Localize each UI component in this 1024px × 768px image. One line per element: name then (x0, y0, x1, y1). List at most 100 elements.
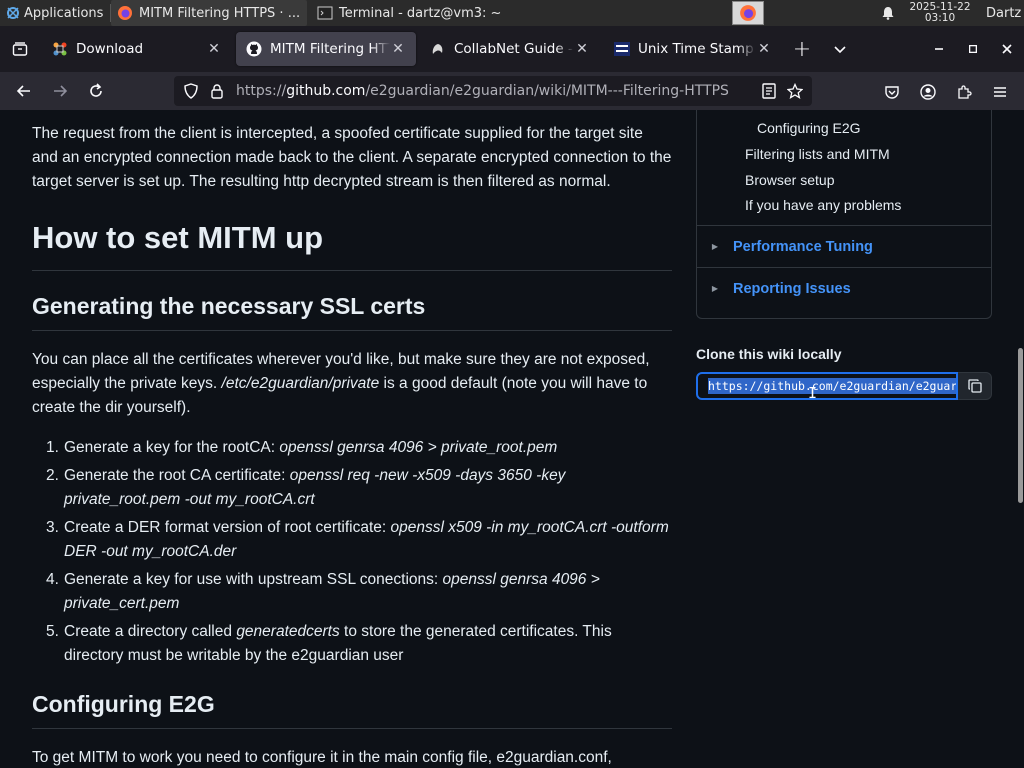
list-item: 5. Create a directory called generatedcer… (46, 620, 672, 668)
step-number: 4. (46, 571, 59, 588)
step-command: generatedcerts (236, 623, 340, 640)
account-button[interactable] (910, 76, 946, 108)
tab-download-title: Download (76, 41, 144, 57)
pocket-icon (885, 86, 899, 99)
bookmark-star-icon[interactable] (782, 83, 808, 99)
caret-right-icon: ▶ (711, 284, 719, 293)
puzzle-piece-icon (958, 85, 972, 99)
address-bar[interactable]: https://github.com/e2guardian/e2guardian… (174, 76, 812, 106)
close-tab-icon[interactable]: ✕ (206, 41, 222, 57)
step-text: Generate a key for the rootCA: (64, 439, 280, 456)
url-scheme: https:// (236, 83, 287, 99)
unix-timestamp-favicon-icon (614, 42, 630, 56)
user-menu[interactable]: Dartz (980, 6, 1024, 21)
github-favicon-icon (246, 41, 262, 57)
heading-configuring-e2g: Configuring E2G (32, 688, 672, 729)
taskbar-firefox[interactable]: MITM Filtering HTTPS · ... (111, 0, 307, 26)
caret-right-icon: ▶ (711, 242, 719, 251)
toc-section-performance-tuning[interactable]: ▶ Performance Tuning (697, 225, 991, 267)
close-tab-icon[interactable]: ✕ (756, 41, 772, 57)
page-scrollbar[interactable] (1016, 110, 1024, 768)
applications-label: Applications (24, 5, 104, 21)
firefox-icon (118, 6, 132, 20)
tab-download[interactable]: Download ✕ (42, 32, 232, 66)
list-item: 4. Generate a key for use with upstream S… (46, 568, 672, 616)
close-tab-icon[interactable]: ✕ (574, 41, 590, 57)
clone-url-input[interactable]: https://github.com/e2guardian/e2guardian… (696, 372, 958, 400)
new-tab-button[interactable]: + (784, 32, 820, 66)
toc-item-browser-setup[interactable]: Browser setup (745, 172, 834, 188)
heading-generating-ssl-certs: Generating the necessary SSL certs (32, 290, 672, 331)
list-item: 2. Generate the root CA certificate: open… (46, 464, 672, 512)
terminal-icon (317, 6, 333, 20)
tab-mitm-active[interactable]: MITM Filtering HTTPS ✕ (236, 32, 416, 66)
applications-menu[interactable]: Applications (0, 0, 110, 26)
cert-steps-list: 1. Generate a key for the rootCA: openssl… (46, 436, 672, 672)
pocket-button[interactable] (874, 76, 910, 108)
page-content: The request from the client is intercept… (0, 110, 1024, 768)
navigation-toolbar: https://github.com/e2guardian/e2guardian… (0, 72, 1024, 110)
desktop-panel: Applications MITM Filtering HTTPS · ... … (0, 0, 1024, 26)
chevron-down-icon (834, 46, 846, 54)
toc-item-configuring-e2g[interactable]: Configuring E2G (757, 120, 861, 136)
list-all-tabs-button[interactable] (820, 32, 860, 66)
tab-unix-title: Unix Time Stamp - E (638, 41, 756, 57)
scrollbar-thumb[interactable] (1018, 348, 1023, 503)
taskbar-terminal[interactable]: Terminal - dartz@vm3: ~ (311, 0, 509, 26)
step-number: 5. (46, 623, 59, 640)
extensions-button[interactable] (946, 76, 982, 108)
arrow-right-icon (54, 85, 68, 97)
reader-view-icon[interactable] (756, 83, 782, 99)
back-button[interactable] (6, 75, 42, 107)
toc-section-reporting-issues[interactable]: ▶ Reporting Issues (697, 267, 991, 309)
forward-button[interactable] (42, 75, 78, 107)
copy-url-button[interactable] (958, 372, 992, 400)
tab-collabnet-title: CollabNet Guide - C (454, 41, 574, 57)
hamburger-menu-icon (994, 87, 1006, 97)
tab-list-icon (12, 42, 28, 56)
close-icon (1002, 44, 1012, 54)
collabnet-favicon-icon (432, 44, 443, 54)
minimize-button[interactable] (922, 32, 956, 66)
text-cursor-icon: I (808, 384, 818, 402)
account-icon (920, 84, 936, 100)
step-text: Create a directory called (64, 623, 237, 640)
step-number: 3. (46, 519, 59, 536)
list-item: 3. Create a DER format version of root ce… (46, 516, 672, 564)
firefox-icon (740, 5, 756, 21)
clone-url-group: https://github.com/e2guardian/e2guardian… (696, 372, 992, 400)
tab-unix-timestamp[interactable]: Unix Time Stamp - E ✕ (604, 32, 782, 66)
step-text: Generate the root CA certificate: (64, 467, 290, 484)
step-text: Generate a key for use with upstream SSL… (64, 571, 443, 588)
toolbar-right-buttons (874, 76, 1018, 108)
clone-url-text: https://github.com/e2guardian/e2guardian… (708, 378, 956, 394)
joomla-favicon-icon (53, 42, 67, 56)
window-controls (922, 32, 1024, 66)
tray-firefox-button[interactable] (732, 1, 764, 25)
clock[interactable]: 2025-11-22 03:10 (900, 2, 980, 24)
tracking-protection-shield-icon[interactable] (178, 83, 204, 99)
toc-item-filtering-lists[interactable]: Filtering lists and MITM (745, 146, 890, 162)
close-tab-icon[interactable]: ✕ (390, 41, 406, 57)
step-command: openssl genrsa 4096 > private_root.pem (279, 439, 558, 456)
reload-button[interactable] (78, 75, 114, 107)
lock-icon[interactable] (204, 83, 230, 99)
maximize-icon (969, 45, 977, 53)
toc-section-label: Reporting Issues (733, 280, 851, 297)
arrow-left-icon (16, 85, 30, 97)
tab-collabnet[interactable]: CollabNet Guide - C ✕ (420, 32, 600, 66)
url-host: github.com (286, 83, 366, 99)
plus-icon: + (792, 36, 812, 62)
toc-item-problems[interactable]: If you have any problems (745, 197, 901, 213)
url-path: /e2guardian/e2guardian/wiki/MITM---Filte… (365, 83, 729, 99)
notifications-bell-icon[interactable] (876, 6, 900, 20)
heading-how-to-set-mitm-up: How to set MITM up (32, 218, 672, 271)
app-menu-button[interactable] (982, 76, 1018, 108)
toc-section-label: Performance Tuning (733, 238, 873, 255)
url-text[interactable]: https://github.com/e2guardian/e2guardian… (230, 83, 756, 99)
maximize-button[interactable] (956, 32, 990, 66)
intro-paragraph: The request from the client is intercept… (32, 125, 672, 190)
firefox-view-button[interactable] (0, 26, 40, 72)
copy-icon (967, 379, 982, 393)
close-window-button[interactable] (990, 32, 1024, 66)
